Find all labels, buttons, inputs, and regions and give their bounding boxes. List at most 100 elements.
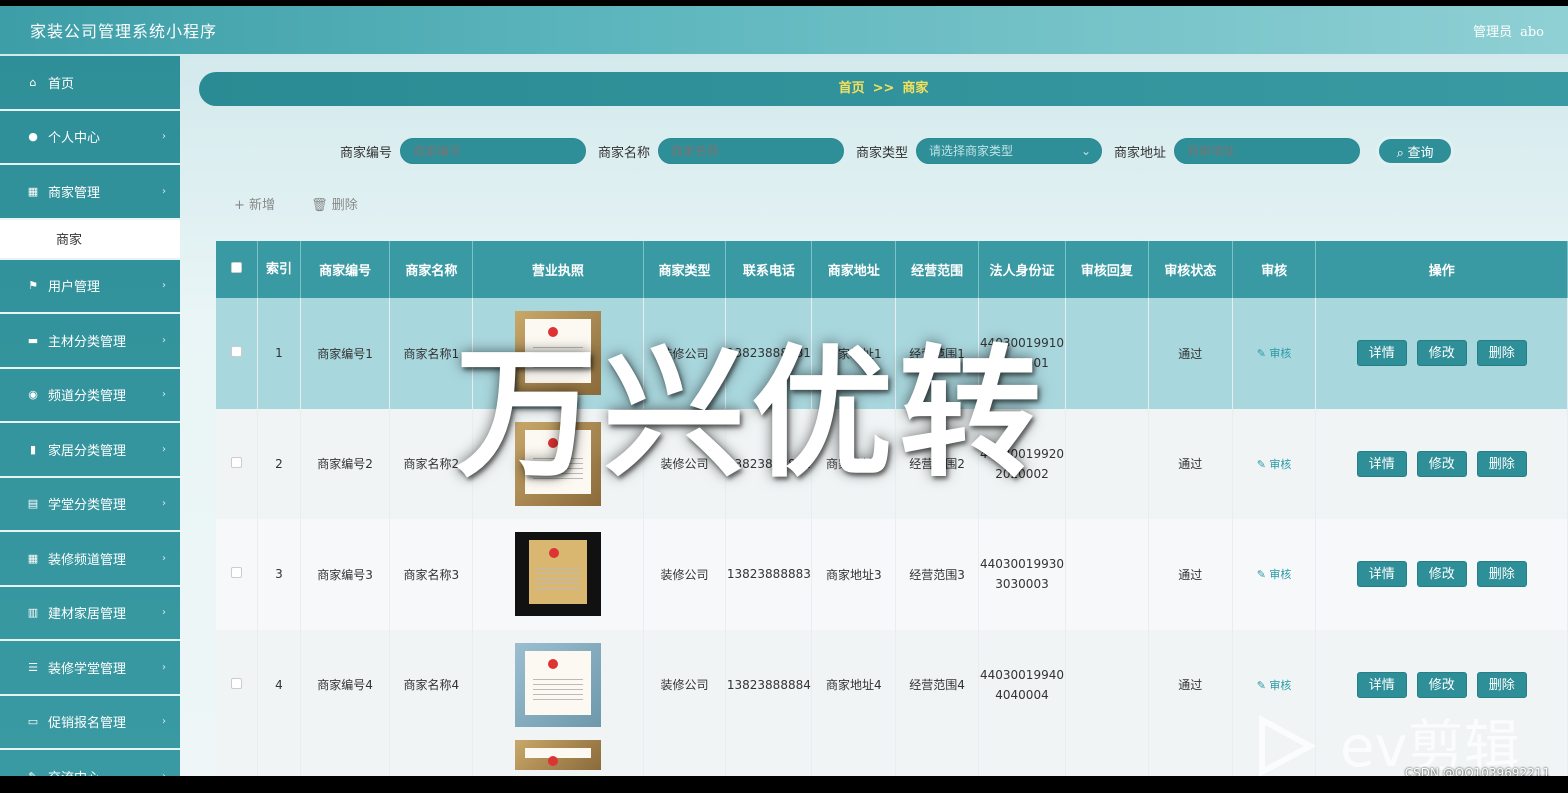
flag-icon: ⚑ [28, 279, 38, 293]
table-cell [643, 740, 727, 776]
chevron-right-icon: › [162, 771, 166, 776]
id-card-part: 3030003 [995, 577, 1049, 592]
chevron-right-icon: › [162, 443, 166, 455]
sidebar: ⌂ 首页 ● 个人中心 › ▦ 商家管理 › 商家 ⚑ 用户管理 › ▬ 主材分类管理 › ◉ 频道分类管理 › ▮… [0, 56, 180, 776]
breadcrumb-home[interactable]: 首页 [839, 81, 865, 96]
delete-row-button[interactable]: 删除 [1476, 450, 1527, 477]
sidebar-item-label: 家居分类管理 [48, 443, 127, 459]
sidebar-subitem-merchant[interactable]: 商家 [0, 219, 180, 260]
sidebar-item[interactable]: ▤ 学堂分类管理 › [0, 478, 180, 532]
add-button[interactable]: + 新增 [234, 194, 275, 213]
id-card-cell: 44030019940 4040004 [978, 629, 1066, 740]
merchant-name-cell [389, 740, 474, 776]
audit-link[interactable]: ✎ 审核 [1257, 347, 1292, 360]
detail-button[interactable]: 详情 [1356, 340, 1407, 367]
actions-cell: 详情 修改 删除 [1315, 298, 1568, 409]
document-icon: ▥ [27, 606, 39, 620]
detail-button[interactable]: 详情 [1356, 450, 1407, 477]
license-cell [472, 519, 644, 630]
row-select-cell [216, 740, 259, 776]
edit-button[interactable]: 修改 [1416, 671, 1467, 698]
audit-link[interactable]: ✎ 审核 [1257, 568, 1292, 581]
chevron-right-icon: › [162, 716, 166, 728]
sidebar-item-label: 频道分类管理 [48, 389, 127, 405]
audit-link[interactable]: ✎ 审核 [1257, 458, 1292, 471]
merchant-no-input[interactable] [400, 138, 587, 164]
row-select-cell [216, 298, 259, 409]
table-cell [978, 740, 1066, 776]
sidebar-item[interactable]: ▮ 家居分类管理 › [0, 423, 180, 478]
sidebar-item[interactable]: ▭ 促销报名管理 › [0, 696, 180, 750]
delete-button[interactable]: 🗑 删除 [311, 194, 358, 213]
sidebar-item[interactable]: ▬ 主材分类管理 › [0, 314, 180, 369]
audit-label: 审核 [1269, 678, 1292, 692]
select-all-checkbox[interactable] [231, 262, 243, 273]
merchant-name-input[interactable] [658, 138, 845, 164]
row-checkbox[interactable] [231, 677, 243, 689]
id-card-part: 44030019930 [980, 557, 1064, 572]
chevron-right-icon: › [162, 280, 166, 292]
merchant-type-select[interactable]: 请选择商家类型 ⌄ [916, 138, 1103, 164]
briefcase-icon: ▬ [27, 333, 39, 347]
edit-button[interactable]: 修改 [1416, 450, 1467, 477]
phone-cell: 13823888883 [725, 519, 813, 630]
merchant-no-label: 商家编号 [340, 145, 393, 161]
audit-link[interactable]: ✎ 审核 [1257, 679, 1292, 692]
audit-label: 审核 [1269, 457, 1292, 471]
query-button[interactable]: ⌕ 查询 [1376, 136, 1455, 166]
column-header: 商家名称 [389, 241, 474, 298]
sidebar-item[interactable]: ⌂ 首页 [0, 56, 180, 111]
sidebar-item[interactable]: ▥ 建材家居管理 › [0, 587, 180, 641]
table-cell [1148, 740, 1233, 776]
row-checkbox[interactable] [231, 456, 243, 468]
chevron-right-icon: › [162, 131, 166, 143]
query-label: 查询 [1407, 144, 1434, 160]
toolbar: + 新增 🗑 删除 [234, 194, 358, 213]
edit-button[interactable]: 修改 [1416, 561, 1467, 588]
merchant-name-label: 商家名称 [598, 145, 651, 161]
actions-cell: 详情 修改 删除 [1315, 408, 1568, 519]
sidebar-item[interactable]: ⚑ 用户管理 › [0, 260, 180, 314]
sidebar-item-label: 商家管理 [48, 185, 101, 201]
row-checkbox[interactable] [231, 567, 243, 579]
detail-button[interactable]: 详情 [1356, 671, 1407, 698]
user-role: 管理员 [1473, 25, 1513, 40]
sidebar-item[interactable]: ● 个人中心 › [0, 111, 180, 165]
edit-icon: ✎ [1256, 678, 1266, 692]
app-window: 家装公司管理系统小程序 管理员 abo ⌂ 首页 ● 个人中心 › ▦ 商家管理 › 商家 ⚑ 用户管… [0, 6, 1568, 776]
top-bar: 家装公司管理系统小程序 管理员 abo [0, 6, 1568, 54]
license-cell [472, 629, 644, 740]
license-image[interactable] [514, 740, 601, 770]
edit-button[interactable]: 修改 [1416, 340, 1467, 367]
merchant-no-cell: 商家编号1 [300, 298, 391, 409]
admin-info[interactable]: 管理员 abo [1473, 21, 1544, 40]
column-header: 联系电话 [725, 241, 813, 298]
audit-status-cell: 通过 [1148, 519, 1233, 630]
column-header: 营业执照 [472, 241, 644, 298]
scope-cell: 经营范围3 [895, 519, 980, 630]
sidebar-item[interactable]: ▦ 商家管理 › [0, 165, 180, 220]
row-checkbox[interactable] [231, 346, 243, 358]
merchant-addr-input[interactable] [1174, 138, 1361, 164]
merchant-no-cell: 商家编号3 [300, 519, 391, 630]
sidebar-item[interactable]: ☰ 装修学堂管理 › [0, 641, 180, 696]
audit-label: 审核 [1269, 568, 1292, 582]
id-card-part: 44030019940 [980, 667, 1064, 682]
index-cell [257, 740, 301, 776]
license-image[interactable] [514, 532, 601, 617]
index-cell: 2 [257, 408, 301, 519]
column-header: 商家类型 [643, 241, 727, 298]
delete-row-button[interactable]: 删除 [1476, 671, 1527, 698]
table-row[interactable]: 3 商家编号3 商家名称3 装修公司 13823888883 商家地址3 经营范围3 4403… [216, 519, 1568, 630]
column-header: 索引 [257, 241, 301, 298]
grid-icon: ▦ [27, 184, 39, 198]
detail-button[interactable]: 详情 [1356, 561, 1407, 588]
delete-row-button[interactable]: 删除 [1476, 561, 1527, 588]
delete-row-button[interactable]: 删除 [1476, 340, 1527, 367]
sidebar-item[interactable]: ◉ 频道分类管理 › [0, 369, 180, 423]
license-image[interactable] [514, 642, 601, 727]
user-name: abo [1520, 25, 1544, 40]
sidebar-item[interactable]: ▦ 装修频道管理 › [0, 532, 180, 587]
index-cell: 4 [257, 629, 301, 740]
sidebar-item[interactable]: ✎ 交流中心 › [0, 750, 180, 776]
